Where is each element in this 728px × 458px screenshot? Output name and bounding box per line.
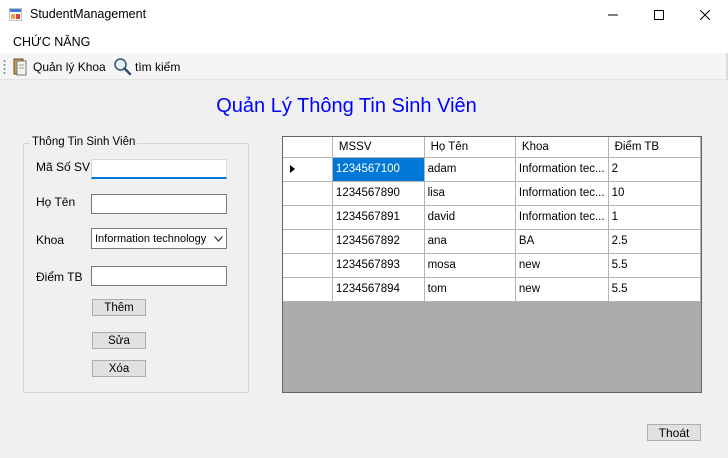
delete-button[interactable]: Xóa [92, 360, 146, 377]
minimize-icon [608, 14, 618, 16]
cell-faculty[interactable]: new [515, 253, 609, 278]
faculty-management-label: Quản lý Khoa [33, 59, 106, 74]
cell-gpa[interactable]: 5.5 [608, 253, 702, 278]
group-title: Thông Tin Sinh Viên [30, 136, 138, 148]
title-bar: StudentManagement [0, 0, 728, 30]
search-button[interactable]: tìm kiếm [113, 56, 180, 77]
mssv-input[interactable] [91, 159, 227, 179]
grid-corner-header[interactable] [283, 137, 333, 158]
cell-faculty[interactable]: Information tec... [515, 181, 609, 206]
row-header[interactable] [283, 181, 333, 206]
window-title: StudentManagement [30, 7, 147, 21]
cell-mssv[interactable]: 1234567890 [332, 181, 425, 206]
minimize-button[interactable] [590, 0, 636, 30]
student-table: MSSV Họ Tên Khoa Điểm TB 1234567100 adam… [283, 137, 702, 302]
table-row[interactable]: 1234567891 david Information tec... 1 [283, 205, 702, 230]
menu-bar: CHỨC NĂNG [0, 30, 728, 53]
cell-name[interactable]: tom [424, 277, 516, 302]
toolbar: Quản lý Khoa tìm kiếm [0, 53, 728, 80]
faculty-label: Khoa [36, 233, 65, 247]
cell-name[interactable]: david [424, 205, 516, 230]
search-label: tìm kiếm [135, 59, 181, 74]
cell-mssv[interactable]: 1234567100 [332, 157, 425, 182]
cell-mssv[interactable]: 1234567892 [332, 229, 425, 254]
magnifier-icon [114, 58, 132, 76]
name-label: Họ Tên [36, 195, 76, 209]
close-icon [700, 10, 710, 20]
student-info-group: Thông Tin Sinh Viên Mã Số SV Họ Tên Khoa… [23, 136, 249, 393]
column-header-name[interactable]: Họ Tên [424, 137, 516, 158]
table-row[interactable]: 1234567894 tom new 5.5 [283, 277, 702, 302]
edit-button[interactable]: Sửa [92, 332, 146, 349]
cell-faculty[interactable]: BA [515, 229, 609, 254]
gpa-input[interactable] [91, 266, 227, 286]
cell-gpa[interactable]: 1 [608, 205, 702, 230]
cell-name[interactable]: ana [424, 229, 516, 254]
faculty-select[interactable]: Information technology [91, 228, 227, 249]
cell-gpa[interactable]: 2 [608, 157, 702, 182]
column-header-gpa[interactable]: Điểm TB [608, 137, 702, 158]
name-input[interactable] [91, 194, 227, 214]
row-header[interactable] [283, 205, 333, 230]
cell-name[interactable]: lisa [424, 181, 516, 206]
row-header[interactable] [283, 277, 333, 302]
book-icon [13, 58, 27, 75]
cell-mssv[interactable]: 1234567893 [332, 253, 425, 278]
current-row-arrow-icon [290, 165, 295, 173]
menu-chuc-nang[interactable]: CHỨC NĂNG [13, 35, 90, 49]
app-form-icon [9, 8, 22, 21]
column-header-mssv[interactable]: MSSV [332, 137, 425, 158]
exit-button[interactable]: Thoát [647, 424, 701, 441]
maximize-icon [654, 10, 664, 20]
cell-mssv[interactable]: 1234567891 [332, 205, 425, 230]
cell-name[interactable]: adam [424, 157, 516, 182]
grid-header-row: MSSV Họ Tên Khoa Điểm TB [283, 137, 702, 158]
cell-faculty[interactable]: Information tec... [515, 205, 609, 230]
table-row[interactable]: 1234567892 ana BA 2.5 [283, 229, 702, 254]
mssv-label: Mã Số SV [36, 160, 91, 174]
cell-name[interactable]: mosa [424, 253, 516, 278]
add-button[interactable]: Thêm [92, 299, 146, 316]
faculty-management-button[interactable]: Quản lý Khoa [12, 56, 106, 77]
table-row[interactable]: 1234567893 mosa new 5.5 [283, 253, 702, 278]
close-button[interactable] [682, 0, 728, 30]
cell-mssv[interactable]: 1234567894 [332, 277, 425, 302]
page-heading: Quản Lý Thông Tin Sinh Viên [216, 95, 477, 117]
maximize-button[interactable] [636, 0, 682, 30]
chevron-down-icon [214, 235, 223, 242]
cell-faculty[interactable]: Information tec... [515, 157, 609, 182]
table-row[interactable]: 1234567100 adam Information tec... 2 [283, 157, 702, 182]
column-header-faculty[interactable]: Khoa [515, 137, 609, 158]
cell-faculty[interactable]: new [515, 277, 609, 302]
table-row[interactable]: 1234567890 lisa Information tec... 10 [283, 181, 702, 206]
faculty-selected-value: Information technology [95, 232, 207, 245]
row-header[interactable] [283, 253, 333, 278]
cell-gpa[interactable]: 2.5 [608, 229, 702, 254]
row-header[interactable] [283, 229, 333, 254]
cell-gpa[interactable]: 5.5 [608, 277, 702, 302]
row-header[interactable] [283, 157, 333, 182]
student-grid[interactable]: MSSV Họ Tên Khoa Điểm TB 1234567100 adam… [282, 136, 702, 393]
gpa-label: Điểm TB [36, 270, 83, 284]
cell-gpa[interactable]: 10 [608, 181, 702, 206]
toolbar-grip[interactable] [3, 59, 6, 74]
